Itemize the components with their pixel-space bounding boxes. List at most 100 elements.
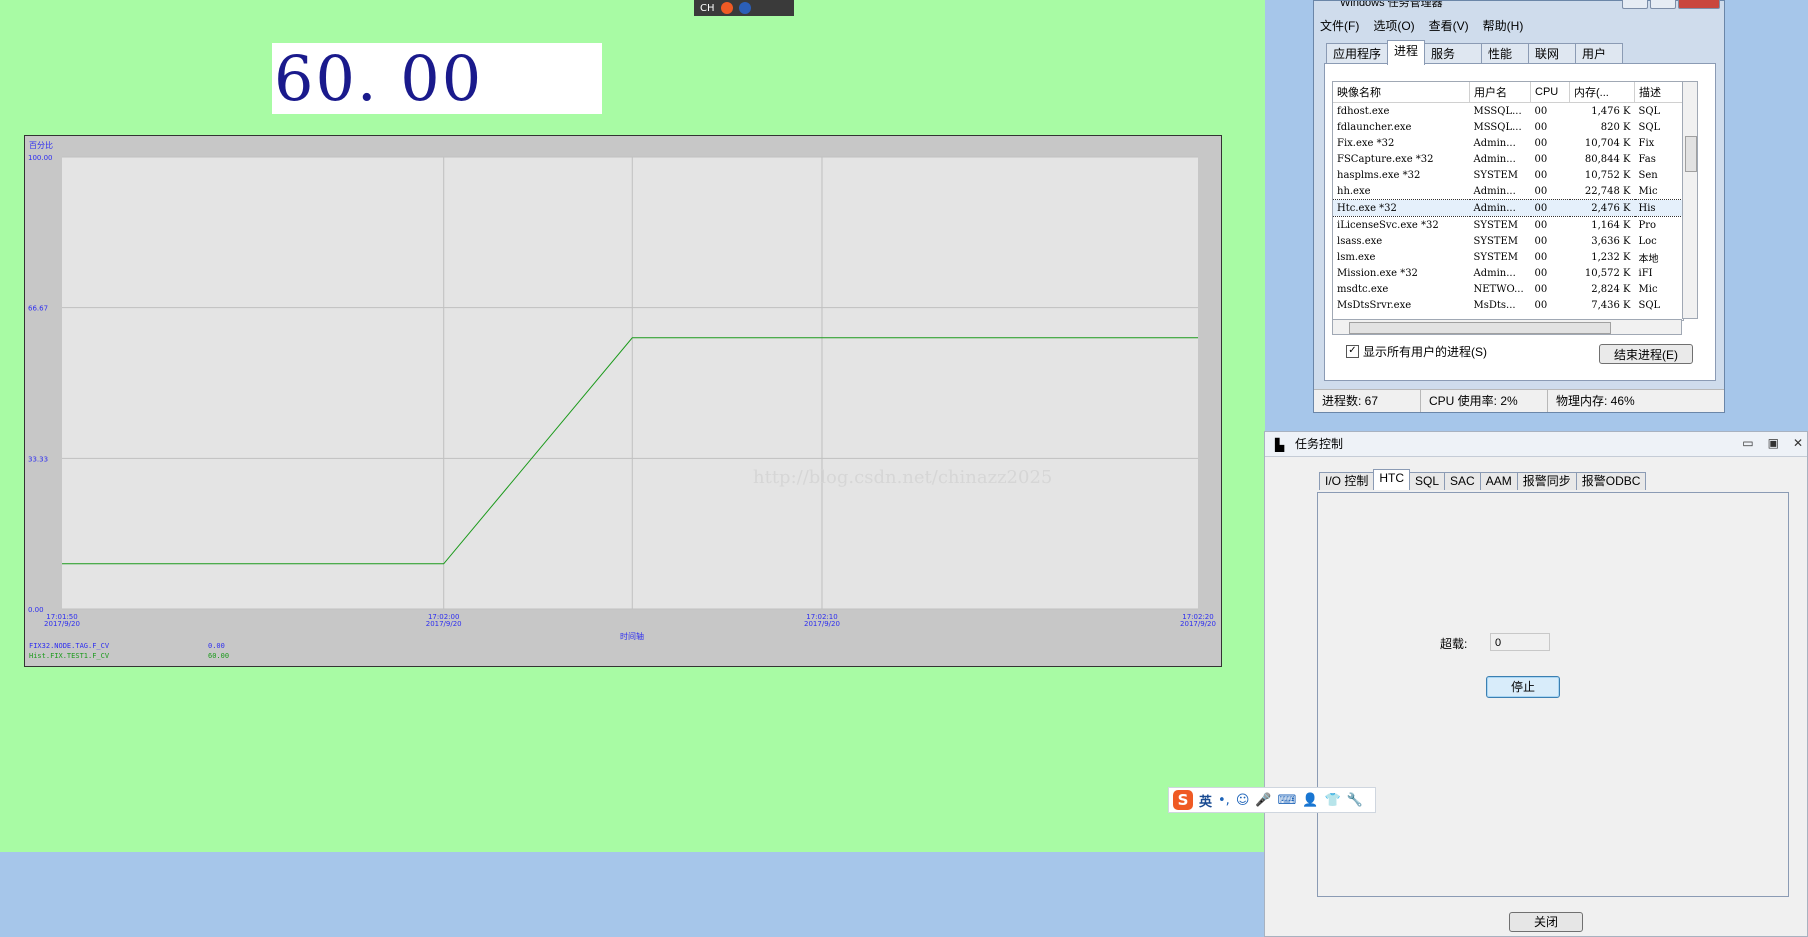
stop-button[interactable]: 停止 bbox=[1486, 676, 1560, 698]
process-memory: 2,476 K bbox=[1569, 199, 1635, 217]
minimize-button[interactable]: ▭ bbox=[1742, 436, 1753, 450]
process-description: His bbox=[1634, 199, 1683, 217]
process-description: Mic bbox=[1638, 185, 1658, 197]
show-all-users-label: 显示所有用户的进程(S) bbox=[1363, 345, 1487, 359]
process-cpu: 00 bbox=[1530, 199, 1570, 217]
process-row[interactable]: iLicenseSvc.exe *32 SYSTEM 00 1,164 K Pro bbox=[1333, 217, 1683, 234]
user-icon[interactable]: 👤 bbox=[1302, 793, 1318, 808]
process-image-name: Htc.exe *32 bbox=[1333, 199, 1470, 217]
ime-toolbar[interactable]: S 英 •, ☺ 🎤 ⌨ 👤 👕 🔧 bbox=[1168, 787, 1376, 813]
column-image-name[interactable]: 映像名称 bbox=[1333, 82, 1470, 103]
process-row[interactable]: FSCapture.exe *32 Admin... 00 80,844 K Fas bbox=[1333, 151, 1683, 167]
language-indicator[interactable]: CH bbox=[700, 3, 715, 14]
tab-sac[interactable]: SAC bbox=[1444, 472, 1481, 490]
column-description[interactable]: 描述 bbox=[1634, 82, 1683, 103]
column-user-name[interactable]: 用户名 bbox=[1469, 82, 1531, 103]
process-image-name: Fix.exe *32 bbox=[1337, 137, 1395, 149]
punctuation-icon[interactable]: •, bbox=[1218, 793, 1230, 808]
show-all-users-option[interactable]: ✓ 显示所有用户的进程(S) bbox=[1346, 343, 1487, 360]
tab-users[interactable]: 用户 bbox=[1575, 43, 1624, 64]
process-row[interactable]: Fix.exe *32 Admin... 00 10,704 K Fix bbox=[1333, 135, 1683, 151]
process-image-name: lsm.exe bbox=[1337, 251, 1376, 263]
process-cpu: 00 bbox=[1534, 169, 1548, 181]
tab-alarm-odbc[interactable]: 报警ODBC bbox=[1575, 472, 1647, 490]
process-cpu: 00 bbox=[1534, 105, 1548, 117]
process-cpu: 00 bbox=[1534, 137, 1548, 149]
process-row[interactable]: fdhost.exe MSSQL... 00 1,476 K SQL bbox=[1333, 103, 1683, 120]
menu-help[interactable]: 帮助(H) bbox=[1483, 17, 1524, 34]
process-list[interactable]: 映像名称 用户名 CPU 内存(... 描述 fdhost.exe MSSQL..… bbox=[1332, 81, 1684, 321]
menu-file[interactable]: 文件(F) bbox=[1320, 17, 1359, 34]
process-cpu: 00 bbox=[1534, 283, 1548, 295]
scroll-thumb[interactable] bbox=[1685, 136, 1697, 172]
language-toolbar[interactable]: CH bbox=[694, 0, 794, 16]
close-window-button[interactable]: 关闭 bbox=[1509, 912, 1583, 932]
process-description: SQL bbox=[1638, 299, 1661, 311]
show-all-users-checkbox[interactable]: ✓ bbox=[1346, 345, 1359, 358]
scroll-thumb[interactable] bbox=[1349, 322, 1611, 334]
process-row[interactable]: Mission.exe *32 Admin... 00 10,572 K iFI bbox=[1333, 265, 1683, 281]
process-list-vertical-scrollbar[interactable] bbox=[1682, 81, 1698, 319]
end-process-button[interactable]: 结束进程(E) bbox=[1599, 344, 1693, 364]
column-memory[interactable]: 内存(... bbox=[1569, 82, 1635, 103]
process-memory: 22,748 K bbox=[1584, 185, 1631, 197]
status-bar: 进程数: 67 CPU 使用率: 2% 物理内存: 46% bbox=[1314, 389, 1724, 412]
x-tick-date-label: 2017/9/20 bbox=[804, 620, 840, 628]
maximize-button[interactable]: ▣ bbox=[1768, 436, 1779, 450]
minimize-button[interactable] bbox=[1622, 0, 1648, 9]
tab-strip: 应用程序 进程 服务 性能 联网 用户 bbox=[1326, 40, 1624, 65]
menu-options[interactable]: 选项(O) bbox=[1373, 17, 1414, 34]
skin-shirt-icon[interactable]: 👕 bbox=[1325, 793, 1341, 808]
process-user-name: Admin... bbox=[1473, 137, 1516, 149]
y-tick-label: 0.00 bbox=[28, 606, 44, 614]
close-button[interactable]: ✕ bbox=[1793, 436, 1803, 450]
tab-io-control[interactable]: I/O 控制 bbox=[1319, 472, 1375, 490]
y-tick-label: 100.00 bbox=[28, 154, 53, 162]
tab-services[interactable]: 服务 bbox=[1424, 43, 1483, 64]
tab-applications[interactable]: 应用程序 bbox=[1326, 43, 1389, 64]
process-description: Mic bbox=[1638, 283, 1658, 295]
process-image-name: FSCapture.exe *32 bbox=[1337, 153, 1434, 165]
process-row[interactable]: lsm.exe SYSTEM 00 1,232 K 本地 bbox=[1333, 249, 1683, 265]
process-row[interactable]: hasplms.exe *32 SYSTEM 00 10,752 K Sen bbox=[1333, 167, 1683, 183]
tab-sql[interactable]: SQL bbox=[1409, 472, 1446, 490]
x-axis-title: 时间轴 bbox=[620, 631, 644, 641]
wrench-icon[interactable]: 🔧 bbox=[1347, 793, 1363, 808]
column-cpu[interactable]: CPU bbox=[1530, 82, 1570, 103]
process-description: SQL bbox=[1638, 105, 1661, 117]
process-list-horizontal-scrollbar[interactable] bbox=[1332, 319, 1682, 335]
process-cpu: 00 bbox=[1534, 185, 1548, 197]
process-row[interactable]: msdtc.exe NETWO... 00 2,824 K Mic bbox=[1333, 281, 1683, 297]
process-memory: 2,824 K bbox=[1591, 283, 1631, 295]
tab-performance[interactable]: 性能 bbox=[1481, 43, 1530, 64]
process-image-name: fdhost.exe bbox=[1337, 105, 1390, 117]
process-row[interactable]: fdlauncher.exe MSSQL... 00 820 K SQL bbox=[1333, 119, 1683, 135]
ime-mode-indicator[interactable]: 英 bbox=[1199, 791, 1212, 810]
close-button[interactable] bbox=[1678, 0, 1720, 9]
help-icon[interactable] bbox=[738, 2, 751, 14]
timeout-label: 超载: bbox=[1440, 637, 1468, 651]
emoji-icon[interactable]: ☺ bbox=[1236, 793, 1250, 808]
sogou-logo-icon[interactable]: S bbox=[1173, 790, 1193, 810]
process-row[interactable]: hh.exe Admin... 00 22,748 K Mic bbox=[1333, 183, 1683, 200]
keyboard-icon[interactable]: ⌨ bbox=[1278, 793, 1297, 808]
tab-aam[interactable]: AAM bbox=[1479, 472, 1518, 490]
process-image-name: Mission.exe *32 bbox=[1337, 267, 1418, 279]
process-description: iFI bbox=[1638, 267, 1653, 279]
tab-htc[interactable]: HTC bbox=[1373, 469, 1411, 490]
process-row[interactable]: Htc.exe *32 Admin... 00 2,476 K His bbox=[1333, 199, 1683, 217]
sogou-icon[interactable] bbox=[720, 2, 733, 14]
microphone-icon[interactable]: 🎤 bbox=[1255, 793, 1271, 808]
tab-processes[interactable]: 进程 bbox=[1387, 40, 1426, 65]
tab-alarm-sync[interactable]: 报警同步 bbox=[1516, 472, 1577, 490]
process-row[interactable]: lsass.exe SYSTEM 00 3,636 K Loc bbox=[1333, 233, 1683, 249]
legend-tag: FIX32.NODE.TAG.F_CV bbox=[29, 642, 110, 650]
menu-view[interactable]: 查看(V) bbox=[1429, 17, 1469, 34]
process-description: Fas bbox=[1638, 153, 1656, 165]
process-user-name: MsDts... bbox=[1473, 299, 1516, 311]
process-memory: 820 K bbox=[1600, 121, 1631, 133]
timeout-field[interactable]: 0 bbox=[1490, 633, 1550, 651]
tab-networking[interactable]: 联网 bbox=[1528, 43, 1577, 64]
process-row[interactable]: MsDtsSrvr.exe MsDts... 00 7,436 K SQL bbox=[1333, 297, 1683, 313]
maximize-button[interactable] bbox=[1650, 0, 1676, 9]
